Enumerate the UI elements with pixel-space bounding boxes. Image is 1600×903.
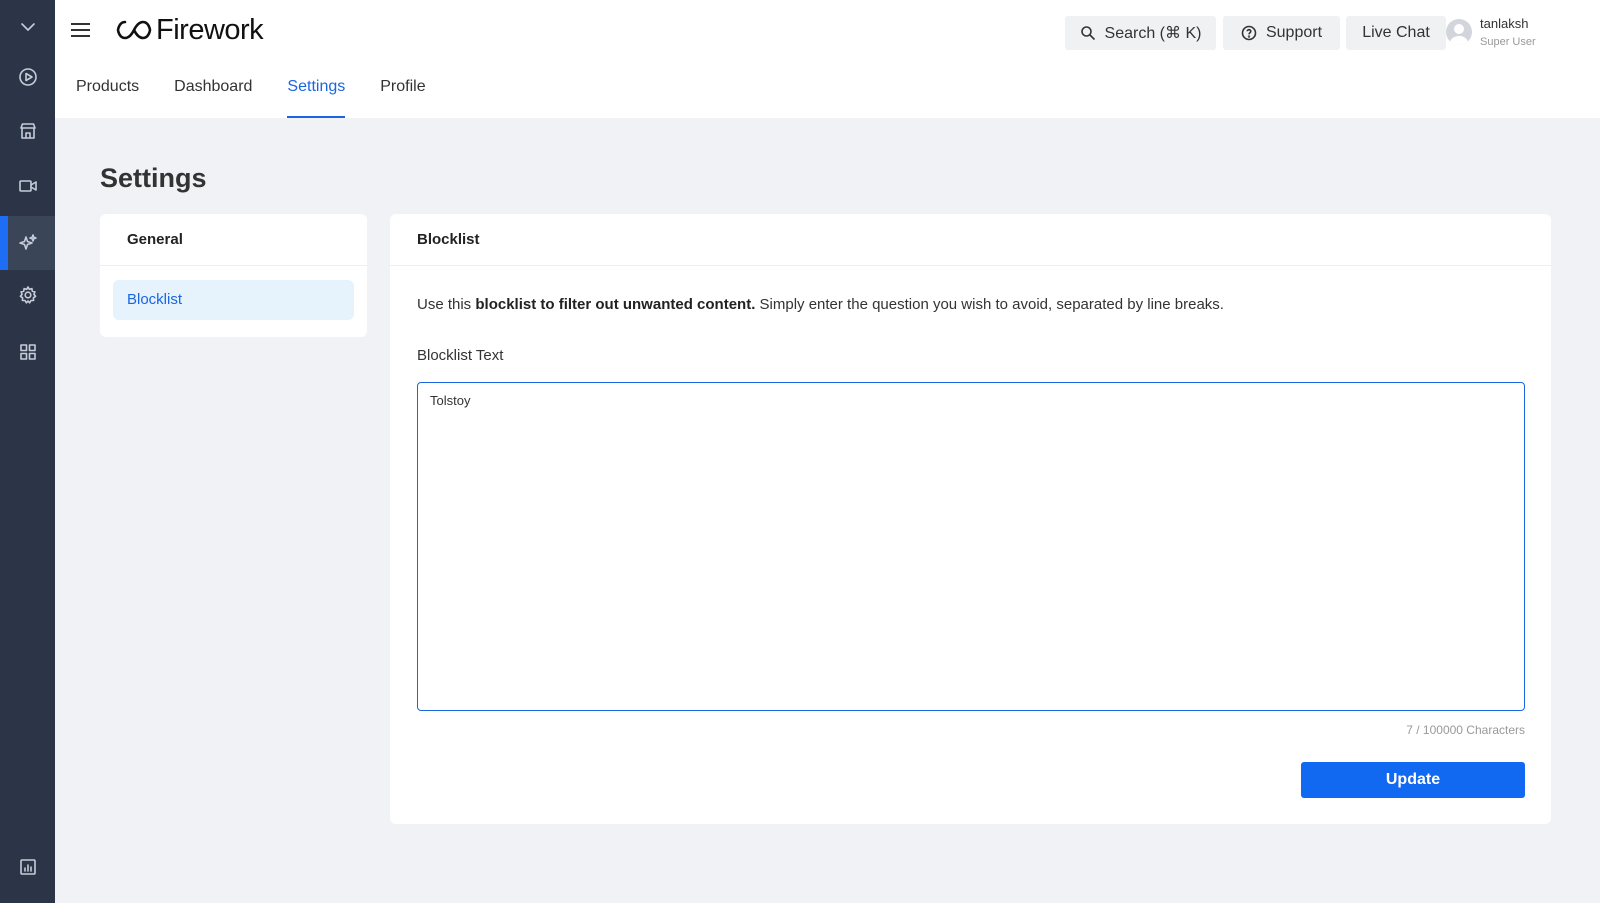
hamburger-menu-icon[interactable] (71, 20, 91, 40)
tab-settings[interactable]: Settings (287, 78, 345, 118)
rail-item-analytics[interactable] (0, 840, 55, 894)
play-circle-icon (18, 68, 37, 86)
settings-side-nav: General Blocklist (100, 214, 367, 337)
infinity-logo-icon (116, 20, 152, 40)
search-button[interactable]: Search (⌘ K) (1065, 16, 1216, 50)
support-button-label: Support (1265, 24, 1323, 41)
live-chat-button[interactable]: Live Chat (1346, 16, 1446, 50)
search-icon (1080, 26, 1095, 41)
rail-item-settings[interactable] (0, 268, 55, 322)
logo-text: Firework (156, 13, 264, 46)
video-camera-icon (18, 180, 37, 192)
store-icon (19, 123, 36, 139)
left-rail (0, 0, 55, 903)
side-nav-header: General (100, 214, 367, 266)
page-title: Settings (100, 163, 207, 193)
top-header: Firework Search (⌘ K) Support Live Chat … (55, 0, 1600, 118)
gear-icon (19, 286, 36, 304)
grid-icon (19, 344, 36, 360)
side-nav-item-blocklist[interactable]: Blocklist (113, 280, 354, 320)
blocklist-panel: Blocklist Use this blocklist to filter o… (390, 214, 1551, 824)
user-name: tanlaksh (1480, 16, 1529, 31)
sparkles-icon (18, 234, 37, 250)
tab-dashboard[interactable]: Dashboard (174, 78, 252, 118)
blocklist-text-label: Blocklist Text (417, 347, 504, 364)
user-role: Super User (1480, 36, 1536, 48)
rail-item-store[interactable] (0, 104, 55, 158)
firework-logo[interactable]: Firework (115, 10, 264, 50)
rail-item-ai[interactable] (0, 216, 55, 270)
character-count: 7 / 100000 Characters (1406, 723, 1525, 737)
description-bold: blocklist to filter out unwanted content… (475, 296, 756, 313)
rail-item-videos[interactable] (0, 50, 55, 104)
main-tabs: Products Dashboard Settings Profile (76, 78, 461, 118)
blocklist-description: Use this blocklist to filter out unwante… (417, 296, 1224, 313)
rail-item-apps[interactable] (0, 325, 55, 379)
blocklist-textarea[interactable]: Tolstoy (417, 382, 1525, 711)
live-chat-button-label: Live Chat (1362, 24, 1430, 41)
support-button[interactable]: Support (1223, 16, 1340, 50)
tab-products[interactable]: Products (76, 78, 139, 118)
help-circle-icon (1241, 25, 1257, 41)
avatar (1446, 19, 1472, 45)
update-button[interactable]: Update (1301, 762, 1525, 798)
analytics-icon (19, 859, 36, 875)
rail-collapse-button[interactable] (0, 0, 55, 54)
description-suffix: Simply enter the question you wish to av… (755, 296, 1224, 313)
user-menu[interactable]: tanlaksh Super User (1446, 14, 1596, 54)
search-button-label: Search (⌘ K) (1104, 25, 1202, 42)
rail-item-live[interactable] (0, 159, 55, 213)
description-prefix: Use this (417, 296, 476, 313)
blocklist-panel-title: Blocklist (390, 214, 1551, 266)
tab-profile[interactable]: Profile (380, 78, 425, 118)
chevron-down-icon (20, 23, 35, 31)
